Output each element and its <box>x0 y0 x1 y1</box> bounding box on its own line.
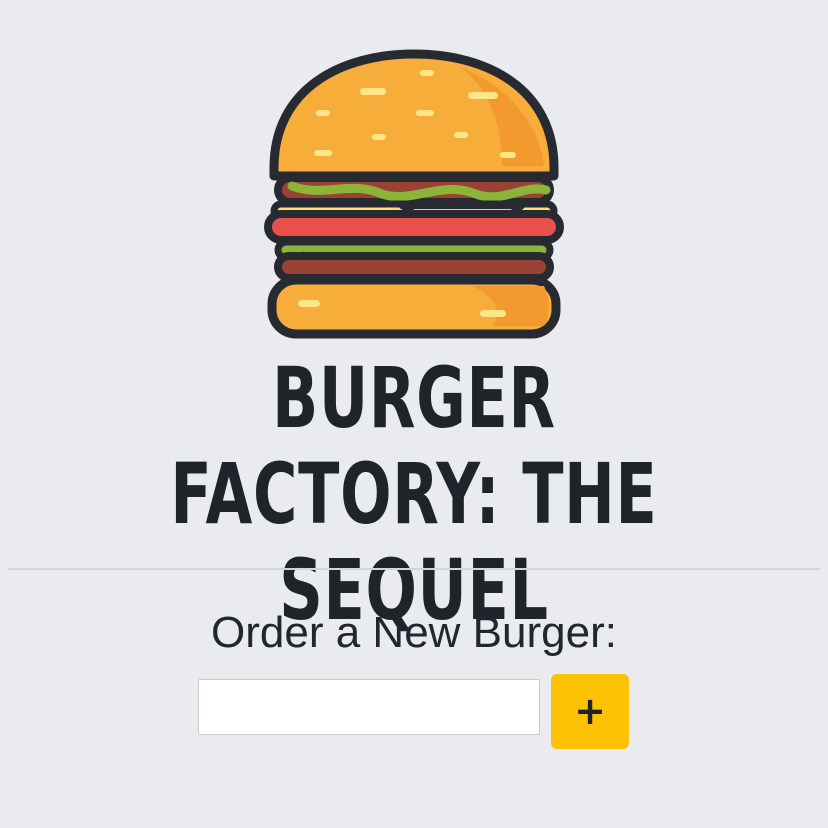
divider <box>8 568 820 570</box>
add-burger-button[interactable]: + <box>551 674 629 749</box>
burger-icon <box>264 49 564 339</box>
page-title: BURGER FACTORY: THE SEQUEL <box>170 349 658 639</box>
order-label: Order a New Burger: <box>211 608 617 657</box>
page: BURGER FACTORY: THE SEQUEL Order a New B… <box>0 0 828 828</box>
burger-name-input[interactable] <box>198 679 540 735</box>
